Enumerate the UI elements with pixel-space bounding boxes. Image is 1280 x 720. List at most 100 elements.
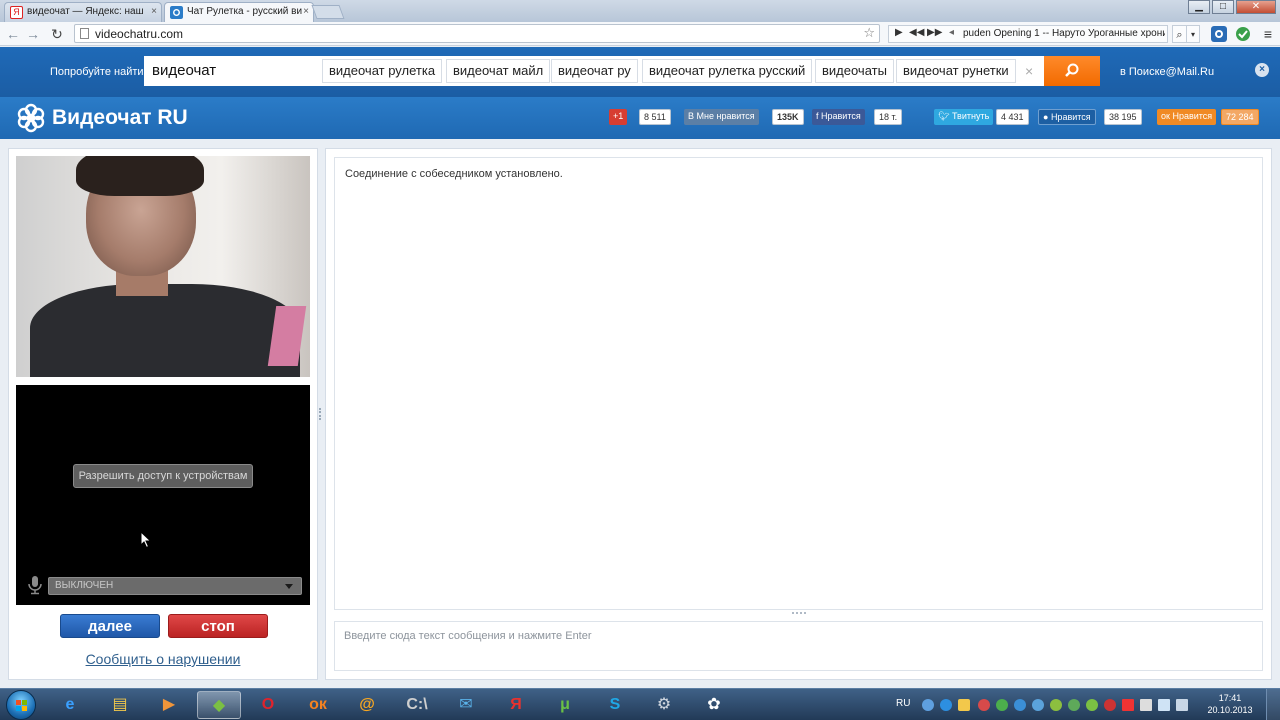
taskbar-utorrent-icon[interactable]: μ (543, 691, 587, 719)
reload-icon[interactable]: ↻ (48, 25, 66, 43)
tab-title: видеочат — Яндекс: наш (27, 6, 144, 17)
stop-button[interactable]: стоп (168, 614, 268, 638)
suggestion-chip[interactable]: видеочат майл (446, 59, 551, 83)
taskbar-media-player-icon[interactable]: ▶ (147, 691, 191, 719)
microphone-select[interactable]: ВЫКЛЮЧЕН (48, 577, 302, 595)
taskbar-opera-icon[interactable]: O (246, 691, 290, 719)
tab-videochat[interactable]: Чат Рулетка - русский ви × (164, 2, 314, 22)
vk-like-share[interactable]: В Мне нравится 135K (684, 109, 806, 125)
close-search-bar-icon[interactable]: × (1255, 63, 1269, 77)
site-header: Видеочат RU +1 8 511 В Мне нравится 135K… (0, 97, 1280, 139)
videochat-favicon-icon (170, 6, 183, 19)
taskbar-system-tools-icon[interactable]: ⚙ (642, 691, 686, 719)
suggestion-chip[interactable]: видеочат рунетки (896, 59, 1016, 83)
chevron-down-icon (285, 584, 293, 589)
clear-suggestions-icon[interactable]: × (1025, 56, 1033, 86)
taskbar-mail-agent-icon[interactable]: @ (345, 691, 389, 719)
address-bar[interactable]: videochatru.com ☆ (74, 24, 880, 43)
back-arrow-icon[interactable]: ← (4, 25, 22, 43)
logo-flower-icon[interactable] (16, 103, 46, 133)
tray-app-icon[interactable] (1104, 699, 1116, 711)
search-suggestions: видеочат рулетка видеочат майл видеочат … (322, 56, 1044, 86)
suggestion-chip[interactable]: видеочаты (815, 59, 894, 83)
show-desktop-button[interactable] (1266, 689, 1280, 720)
tray-sync-icon[interactable] (1032, 699, 1044, 711)
tray-monitor-icon[interactable] (1158, 699, 1170, 711)
google-plus-share[interactable]: +1 8 511 (609, 109, 673, 125)
dropdown-icon[interactable]: ▾ (1186, 25, 1200, 43)
media-player-bar: ▶ ◀◀ ▶▶ ◂ puden Opening 1 -- Наруто Урoг… (888, 25, 1168, 43)
next-track-icon[interactable]: ▶▶ (927, 27, 942, 38)
facebook-like-button[interactable]: f Нравится (812, 109, 865, 125)
maximize-button[interactable]: □ (1212, 0, 1234, 14)
tab-yandex-search[interactable]: Я видеочат — Яндекс: наш × (4, 2, 162, 22)
tweet-button[interactable]: 🐦︎ Твитнуть (934, 109, 994, 125)
tray-shield-icon[interactable] (958, 699, 970, 711)
mailru-search-link[interactable]: в Поиске@Mail.Ru (1120, 66, 1214, 78)
suggestion-chip[interactable]: видеочат ру (551, 59, 638, 83)
tray-utorrent-icon[interactable] (996, 699, 1008, 711)
taskbar-mail-icon[interactable]: ✉ (444, 691, 488, 719)
mailru-like-label: Нравится (1050, 112, 1091, 122)
taskbar-internet-explorer-icon[interactable]: e (48, 691, 92, 719)
search-icon[interactable]: ⌕ (1172, 25, 1186, 43)
bookmark-star-icon[interactable]: ☆ (863, 25, 875, 41)
tray-antivirus-icon[interactable] (1122, 699, 1134, 711)
tray-app-icon[interactable] (1086, 699, 1098, 711)
tab-close-icon[interactable]: × (151, 3, 157, 21)
tray-network-icon[interactable] (922, 699, 934, 711)
odnoklassniki-like-share[interactable]: ок Нравится 72 284 (1157, 109, 1267, 125)
tray-skype-icon[interactable] (940, 699, 952, 711)
google-plus-button[interactable]: +1 (609, 109, 628, 125)
minimize-button[interactable]: ▁ (1188, 0, 1210, 14)
taskbar-command-prompt-icon[interactable]: C:\ (395, 691, 439, 719)
search-submit-button[interactable] (1044, 56, 1100, 86)
tray-agent-icon[interactable] (1014, 699, 1026, 711)
taskbar-file-explorer-icon[interactable]: ▤ (98, 691, 142, 719)
suggestion-chip[interactable]: видеочат рулетка (322, 59, 443, 83)
taskbar-skype-icon[interactable]: S (593, 691, 637, 719)
site-logo-text[interactable]: Видеочат RU (52, 106, 188, 130)
allow-device-access-button[interactable]: Разрешить доступ к устройствам (73, 464, 253, 488)
system-clock[interactable]: 17:41 20.10.2013 (1206, 692, 1254, 716)
forward-arrow-icon[interactable]: → (24, 25, 42, 43)
language-indicator[interactable]: RU (896, 698, 910, 709)
message-input[interactable] (334, 621, 1263, 671)
previous-icon[interactable]: ◀◀ (909, 27, 924, 38)
start-button[interactable] (6, 690, 36, 720)
extension-icon[interactable] (1210, 25, 1228, 43)
partner-video (16, 156, 310, 377)
new-tab-button[interactable] (311, 5, 345, 19)
mailru-like-share[interactable]: ● Нравится 38 195 (1038, 109, 1150, 125)
report-abuse-link[interactable]: Сообщить о нарушении (9, 651, 317, 667)
twitter-share[interactable]: 🐦︎ Твитнуть 4 431 (934, 109, 1029, 125)
wrench-menu-icon[interactable]: ≡ (1260, 25, 1276, 43)
page-icon (80, 28, 89, 39)
taskbar-yandex-browser-icon[interactable]: Я (494, 691, 538, 719)
volume-icon[interactable] (1176, 699, 1188, 711)
tray-app-icon[interactable] (1068, 699, 1080, 711)
antivirus-extension-icon[interactable] (1234, 25, 1252, 43)
next-button[interactable]: далее (60, 614, 160, 638)
taskbar-minecraft-icon[interactable]: ◆ (197, 691, 241, 719)
mailru-like-button[interactable]: ● Нравится (1038, 109, 1096, 125)
try-search-label: Попробуйте найти (50, 66, 144, 78)
play-icon[interactable]: ▶ (895, 27, 903, 38)
tray-update-icon[interactable] (1050, 699, 1062, 711)
facebook-like-label: Нравится (821, 111, 861, 121)
ok-like-button[interactable]: ок Нравится (1157, 109, 1217, 125)
speaker-icon: ◂ (949, 27, 955, 38)
magnifier-icon (1065, 63, 1079, 77)
suggestion-chip[interactable]: видеочат рулетка русский (642, 59, 813, 83)
chat-resize-handle[interactable] (792, 612, 806, 617)
tray-wifi-icon[interactable] (978, 699, 990, 711)
window-close-button[interactable]: ✕ (1236, 0, 1276, 14)
search-input[interactable] (144, 56, 322, 86)
facebook-like-share[interactable]: f Нравится 18 т. (812, 109, 904, 125)
vk-like-button[interactable]: В Мне нравится (684, 109, 759, 125)
taskbar-videochat-app-icon[interactable]: ✿ (692, 691, 736, 719)
panel-resize-handle[interactable] (319, 408, 323, 420)
taskbar-odnoklassniki-icon[interactable]: ок (296, 691, 340, 719)
tab-close-icon[interactable]: × (303, 3, 309, 21)
action-center-flag-icon[interactable] (1140, 699, 1152, 711)
